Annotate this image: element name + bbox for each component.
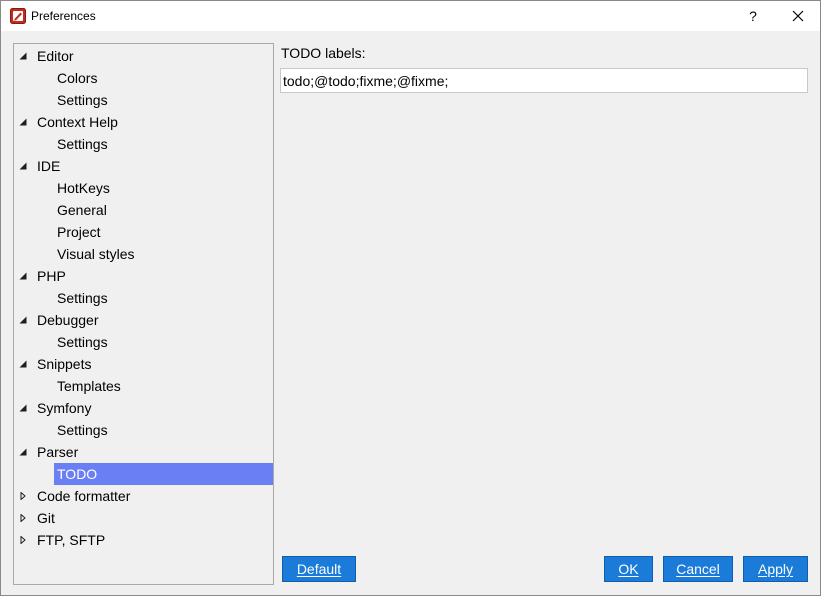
todo-labels-input[interactable] bbox=[280, 68, 808, 93]
tree-item[interactable]: Project bbox=[14, 221, 273, 243]
tree-category[interactable]: Git bbox=[14, 507, 273, 529]
tree-item[interactable]: Settings bbox=[14, 133, 273, 155]
title-bar: Preferences ? bbox=[1, 1, 820, 31]
triangle-right-icon[interactable] bbox=[19, 514, 27, 522]
tree-category[interactable]: Symfony bbox=[14, 397, 273, 419]
ok-button[interactable]: OK bbox=[604, 556, 653, 582]
tree-category[interactable]: Code formatter bbox=[14, 485, 273, 507]
tree-item-label: Visual styles bbox=[57, 246, 135, 262]
tree-item-label: Symfony bbox=[37, 400, 92, 416]
tree-item[interactable]: TODO bbox=[14, 463, 273, 485]
tree-category[interactable]: Editor bbox=[14, 45, 273, 67]
tree-item-label: PHP bbox=[37, 268, 66, 284]
tree-item-label: FTP, SFTP bbox=[37, 532, 106, 548]
tree-item-label: Parser bbox=[37, 444, 79, 460]
tree-item-label: Settings bbox=[57, 422, 108, 438]
tree-item-label: Editor bbox=[37, 48, 74, 64]
tree-category[interactable]: Debugger bbox=[14, 309, 273, 331]
todo-labels-heading: TODO labels: bbox=[281, 45, 366, 61]
close-icon bbox=[792, 10, 804, 22]
triangle-down-icon[interactable] bbox=[19, 448, 27, 456]
tree-item-label: Git bbox=[37, 510, 55, 526]
tree-category[interactable]: PHP bbox=[14, 265, 273, 287]
tree-item[interactable]: Visual styles bbox=[14, 243, 273, 265]
tree-item-label: Settings bbox=[57, 334, 108, 350]
apply-button[interactable]: Apply bbox=[743, 556, 808, 582]
cancel-button[interactable]: Cancel bbox=[663, 556, 733, 582]
default-button[interactable]: Default bbox=[282, 556, 356, 582]
tree-item[interactable]: Templates bbox=[14, 375, 273, 397]
triangle-down-icon[interactable] bbox=[19, 360, 27, 368]
triangle-down-icon[interactable] bbox=[19, 52, 27, 60]
tree-item-label: IDE bbox=[37, 158, 61, 174]
tree-item[interactable]: General bbox=[14, 199, 273, 221]
tree-category[interactable]: Parser bbox=[14, 441, 273, 463]
tree-item-label: Debugger bbox=[37, 312, 99, 328]
tree-item-label: Code formatter bbox=[37, 488, 131, 504]
tree-category[interactable]: Snippets bbox=[14, 353, 273, 375]
tree-item-label: HotKeys bbox=[57, 180, 110, 196]
help-button[interactable]: ? bbox=[738, 1, 768, 31]
tree-item-label: General bbox=[57, 202, 107, 218]
triangle-down-icon[interactable] bbox=[19, 404, 27, 412]
preferences-window: Preferences ? Editor Colors Settings Contex… bbox=[0, 0, 821, 596]
tree-item-label: Settings bbox=[57, 136, 108, 152]
tree-item-label: Settings bbox=[57, 92, 108, 108]
tree-item-label: Colors bbox=[57, 70, 98, 86]
triangle-down-icon[interactable] bbox=[19, 272, 27, 280]
triangle-right-icon[interactable] bbox=[19, 536, 27, 544]
triangle-down-icon[interactable] bbox=[19, 162, 27, 170]
triangle-down-icon[interactable] bbox=[19, 118, 27, 126]
tree-category[interactable]: IDE bbox=[14, 155, 273, 177]
tree-item-label: Settings bbox=[57, 290, 108, 306]
tree-item-label: Project bbox=[57, 224, 101, 240]
close-button[interactable] bbox=[782, 1, 814, 31]
preferences-tree[interactable]: Editor Colors Settings Context Help Settings… bbox=[13, 43, 274, 585]
tree-item[interactable]: Settings bbox=[14, 89, 273, 111]
window-title: Preferences bbox=[31, 9, 96, 23]
tree-category[interactable]: Context Help bbox=[14, 111, 273, 133]
app-logo-icon bbox=[10, 8, 26, 24]
tree-item-label: Snippets bbox=[37, 356, 92, 372]
tree-item[interactable]: HotKeys bbox=[14, 177, 273, 199]
tree-item-label: TODO bbox=[57, 466, 98, 482]
tree-item-label: Context Help bbox=[37, 114, 118, 130]
tree-item-label: Templates bbox=[57, 378, 121, 394]
tree-item[interactable]: Settings bbox=[14, 287, 273, 309]
triangle-down-icon[interactable] bbox=[19, 316, 27, 324]
triangle-right-icon[interactable] bbox=[19, 492, 27, 500]
tree-item[interactable]: Settings bbox=[14, 331, 273, 353]
tree-item[interactable]: Settings bbox=[14, 419, 273, 441]
tree-item[interactable]: Colors bbox=[14, 67, 273, 89]
tree-category[interactable]: FTP, SFTP bbox=[14, 529, 273, 551]
